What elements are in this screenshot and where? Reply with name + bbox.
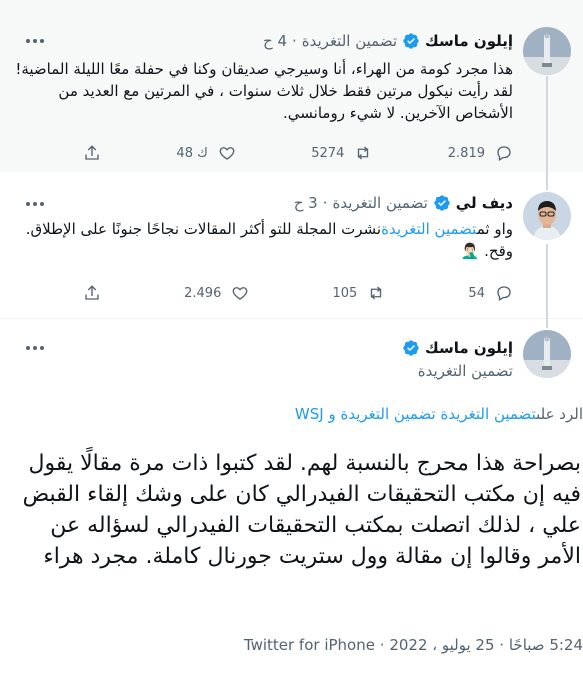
tweet-card[interactable]: إيلون ماسك تضمين التغريدة · 4 ح هذا مجرد… [0, 0, 583, 173]
like-button[interactable]: 48 ك [176, 144, 235, 162]
conversation-thread: إيلون ماسك تضمين التغريدة · 4 ح هذا مجرد… [0, 0, 583, 678]
focused-tweet-text: بصراحة هذا محرج بالنسبة لهم. لقد كتبوا ذ… [22, 451, 581, 569]
facepalm-emoji: 🤦🏻‍♂️ [460, 242, 480, 260]
retweet-button[interactable]: 105 [332, 284, 385, 302]
share-button[interactable] [83, 144, 101, 162]
thread-line [546, 318, 548, 328]
share-icon [85, 285, 99, 300]
author-name[interactable]: إيلون ماسك [425, 32, 513, 50]
focused-tweet-header: إيلون ماسك تضمين التغريدة [0, 318, 583, 390]
thread-line [546, 172, 548, 190]
tweet-text-prefix: واو ثم [476, 220, 513, 238]
meta-separator: · [499, 636, 505, 654]
more-icon[interactable] [26, 202, 44, 206]
share-icon [85, 145, 99, 160]
reply-icon [497, 146, 511, 161]
like-count: 48 ك [176, 145, 208, 161]
tweet-client[interactable]: Twitter for iPhone [244, 636, 375, 654]
tweet-time[interactable]: 5:24 صباحًا [509, 636, 583, 654]
replying-to: الرد علىتضمين التغريدة تضمين التغريدة و … [0, 405, 583, 423]
verified-badge-icon [402, 32, 420, 50]
reply-button[interactable]: 2.819 [448, 144, 513, 162]
handle-line: تضمين التغريدة [418, 360, 513, 382]
separator-dot: · [322, 194, 328, 212]
avatar[interactable] [523, 192, 571, 240]
tweet-time[interactable]: 4 ح [263, 32, 287, 50]
tweet-actions: 2.496 105 54 [83, 281, 513, 305]
retweet-icon [371, 286, 382, 300]
author-name[interactable]: إيلون ماسك [425, 339, 513, 357]
retweet-icon [358, 146, 369, 160]
tweet-text: واو ثمتضمين التغريدةنشرت المجلة للتو أكث… [13, 218, 513, 262]
share-button[interactable] [83, 284, 101, 302]
reply-mentions[interactable]: تضمين التغريدة تضمين التغريدة و WSJ [295, 405, 536, 423]
retweet-count: 5274 [311, 145, 345, 161]
mention-link[interactable]: تضمين التغريدة [381, 220, 477, 238]
tweet-meta: 5:24 صباحًا · 25 يوليو ، 2022 · Twitter … [0, 636, 583, 654]
reply-prefix: الرد على [536, 405, 583, 423]
thread-line [546, 244, 548, 318]
tweet-actions: 48 ك 5274 2.819 [83, 141, 513, 165]
author-handle[interactable]: تضمين التغريدة [418, 362, 513, 380]
like-button[interactable]: 2.496 [184, 284, 249, 302]
like-icon [232, 287, 248, 300]
meta-separator: · [379, 636, 385, 654]
tweet-header: ديف لي تضمين التغريدة · 3 ح [294, 192, 513, 214]
thread-line [546, 76, 548, 172]
author-line: إيلون ماسك [402, 337, 513, 359]
tweet-text: هذا مجرد كومة من الهراء، أنا وسيرجي صديق… [15, 60, 513, 122]
verified-badge-icon [433, 194, 451, 212]
retweet-label[interactable]: تضمين التغريدة [333, 194, 428, 212]
reply-icon [497, 286, 511, 301]
tweet-header: إيلون ماسك تضمين التغريدة · 4 ح [263, 30, 513, 52]
more-icon[interactable] [26, 346, 44, 350]
tweet-card[interactable]: ديف لي تضمين التغريدة · 3 ح واو ثمتضمين … [0, 172, 583, 319]
separator-dot: · [291, 32, 297, 50]
retweet-label[interactable]: تضمين التغريدة [302, 32, 397, 50]
more-icon[interactable] [26, 39, 44, 43]
avatar[interactable] [523, 330, 571, 378]
retweet-count: 105 [332, 285, 358, 301]
like-count: 2.496 [184, 285, 222, 301]
avatar[interactable] [523, 27, 571, 75]
retweet-button[interactable]: 5274 [311, 144, 372, 162]
verified-badge-icon [402, 339, 420, 357]
like-icon [219, 147, 235, 160]
tweet-time[interactable]: 3 ح [294, 194, 318, 212]
reply-count: 54 [468, 285, 485, 301]
author-name[interactable]: ديف لي [456, 194, 513, 212]
reply-button[interactable]: 54 [468, 284, 513, 302]
reply-count: 2.819 [447, 145, 485, 161]
tweet-date[interactable]: 25 يوليو ، 2022 [389, 636, 494, 654]
